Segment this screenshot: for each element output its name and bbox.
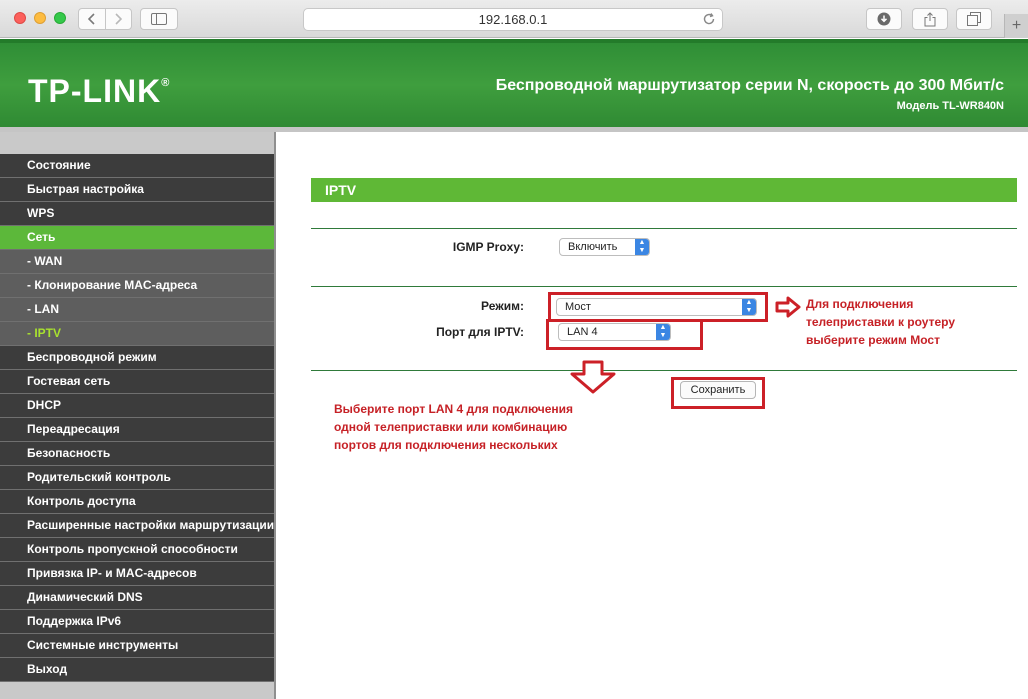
sidebar-menu-item[interactable]: Выход (0, 658, 274, 682)
sidebar-menu-item[interactable]: DHCP (0, 394, 274, 418)
sidebar-menu-item[interactable]: Контроль пропускной способности (0, 538, 274, 562)
download-icon (877, 12, 891, 26)
sidebar-divider (274, 132, 276, 699)
arrow-right-icon (775, 296, 801, 318)
sidebar: Состояние Быстрая настройка WPS Сеть - WAN - … (0, 132, 276, 699)
save-highlight-box (671, 377, 765, 409)
sidebar-menu-item[interactable]: - Клонирование MAC-адреса (0, 274, 274, 298)
sidebar-menu-item[interactable]: Беспроводной режим (0, 346, 274, 370)
logo-text: TP-LINK (28, 73, 162, 109)
sidebar-menu-item[interactable]: - IPTV (0, 322, 274, 346)
back-button[interactable] (79, 9, 105, 29)
mode-note-line: телеприставки к роутеру (806, 315, 956, 329)
sidebar-menu-item[interactable]: Контроль доступа (0, 490, 274, 514)
mode-highlight-box (548, 292, 768, 322)
tabs-overview-button[interactable] (956, 8, 992, 30)
tp-link-logo: TP-LINK® (28, 73, 170, 110)
port-note-line: одной телеприставки или комбинацию (334, 420, 568, 434)
browser-toolbar: 192.168.0.1 + (0, 0, 1028, 38)
router-header: TP-LINK® Беспроводной маршрутизатор сери… (0, 39, 1028, 127)
sidebar-menu-item[interactable]: WPS (0, 202, 274, 226)
zoom-window-button[interactable] (54, 12, 66, 24)
logo-registered-mark: ® (161, 77, 171, 89)
sidebar-menu: Состояние Быстрая настройка WPS Сеть - WAN - … (0, 154, 274, 682)
select-arrows-icon: ▲ ▼ (635, 239, 649, 255)
igmp-proxy-select[interactable]: Включить ▲ ▼ (559, 238, 650, 256)
section-divider (311, 228, 1017, 229)
igmp-proxy-label: IGMP Proxy: (452, 240, 524, 254)
port-annotation: Выберите порт LAN 4 для подключения одно… (334, 400, 573, 454)
port-note-line: Выберите порт LAN 4 для подключения (334, 402, 574, 416)
header-title: Беспроводной маршрутизатор серии N, скор… (495, 77, 1004, 94)
sidebar-menu-item[interactable]: Родительский контроль (0, 466, 274, 490)
sidebar-menu-item[interactable]: Состояние (0, 154, 274, 178)
share-icon (924, 11, 936, 26)
sidebar-toggle-button[interactable] (140, 8, 178, 30)
igmp-proxy-value: Включить (568, 241, 618, 253)
mode-label: Режим: (481, 299, 524, 313)
mode-note-line: выберите режим Мост (806, 333, 940, 347)
tabs-icon (967, 12, 981, 26)
chevron-left-icon (87, 13, 95, 25)
sidebar-menu-item[interactable]: Сеть (0, 226, 274, 250)
downloads-button[interactable] (866, 8, 902, 30)
section-divider (311, 286, 1017, 287)
chevron-right-icon (115, 13, 123, 25)
port-note-line: портов для подключения нескольких (334, 438, 558, 452)
header-model: Модель TL-WR840N (896, 100, 1004, 112)
sidebar-menu-item[interactable]: Быстрая настройка (0, 178, 274, 202)
mode-note-line: Для подключения (806, 297, 914, 311)
sidebar-menu-item[interactable]: Гостевая сеть (0, 370, 274, 394)
share-button[interactable] (912, 8, 948, 30)
minimize-window-button[interactable] (34, 12, 46, 24)
section-title: IPTV (311, 178, 1017, 202)
sidebar-menu-item[interactable]: Поддержка IPv6 (0, 610, 274, 634)
mode-annotation: Для подключения телеприставки к роутеру … (806, 295, 955, 349)
sidebar-menu-item[interactable]: Переадресация (0, 418, 274, 442)
sidebar-icon (151, 13, 167, 25)
section-divider (311, 370, 1017, 371)
history-nav (78, 8, 132, 30)
sidebar-menu-item[interactable]: - WAN (0, 250, 274, 274)
sidebar-menu-item[interactable]: Расширенные настройки маршрутизации (0, 514, 274, 538)
sidebar-menu-item[interactable]: - LAN (0, 298, 274, 322)
new-tab-button[interactable]: + (1004, 14, 1028, 38)
address-bar[interactable]: 192.168.0.1 (303, 8, 723, 31)
port-highlight-box (546, 319, 703, 350)
sidebar-menu-item[interactable]: Динамический DNS (0, 586, 274, 610)
reload-icon[interactable] (702, 12, 716, 26)
close-window-button[interactable] (14, 12, 26, 24)
iptv-port-label: Порт для IPTV: (436, 325, 524, 339)
url-text: 192.168.0.1 (478, 12, 548, 27)
sidebar-menu-item[interactable]: Системные инструменты (0, 634, 274, 658)
sidebar-menu-item[interactable]: Безопасность (0, 442, 274, 466)
arrow-down-icon (570, 360, 616, 394)
sidebar-menu-item[interactable]: Привязка IP- и MAC-адресов (0, 562, 274, 586)
blank-area (776, 381, 976, 413)
forward-button[interactable] (104, 9, 132, 29)
